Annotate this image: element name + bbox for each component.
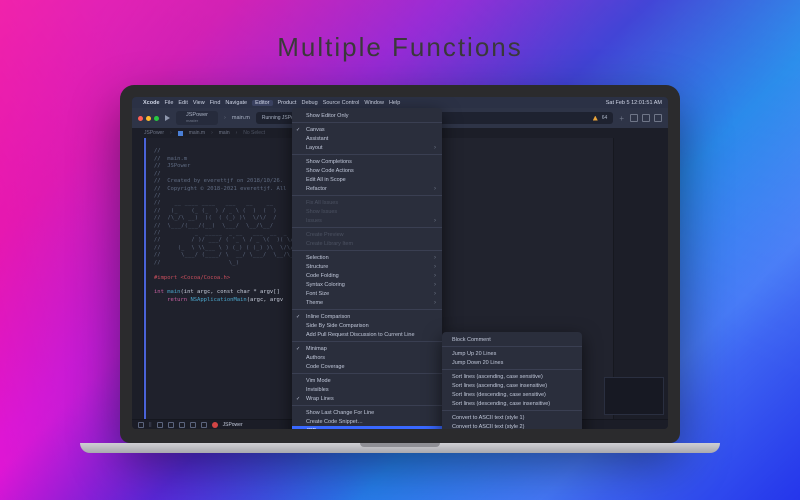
menu-item[interactable]: Syntax Coloring: [292, 280, 442, 289]
window-controls: [138, 116, 159, 121]
debug-step-out-icon[interactable]: [190, 422, 196, 428]
page-title: Multiple Functions: [0, 32, 800, 63]
run-icon[interactable]: [165, 115, 170, 121]
crumb-selection[interactable]: No Select: [243, 130, 265, 136]
submenu-item[interactable]: Convert to ASCII text (style 2): [442, 422, 582, 429]
crumb-project[interactable]: JSPower: [144, 130, 164, 136]
layout-toggles: [630, 114, 662, 122]
menu-item[interactable]: Theme: [292, 298, 442, 307]
submenu-item[interactable]: Jump Down 20 Lines: [442, 358, 582, 367]
toggle-bottom-panel-icon[interactable]: [642, 114, 650, 122]
menu-item[interactable]: Wrap Lines: [292, 394, 442, 403]
toggle-right-panel-icon[interactable]: [654, 114, 662, 122]
menu-item[interactable]: Show Code Actions: [292, 166, 442, 175]
menu-item[interactable]: Create Preview: [292, 230, 442, 239]
menu-item[interactable]: Create Code Snippet…: [292, 417, 442, 426]
menu-item[interactable]: Authors: [292, 353, 442, 362]
screen: Xcode File Edit View Find Navigate Edito…: [132, 97, 668, 429]
warning-icon: [593, 116, 598, 121]
scheme-target[interactable]: main.m: [232, 115, 250, 121]
minimize-icon[interactable]: [146, 116, 151, 121]
debug-view-icon[interactable]: [201, 422, 207, 428]
menu-item[interactable]: Show Editor Only: [292, 111, 442, 120]
menubar-clock: Sat Feb 5 12:01:51 AM: [606, 100, 662, 106]
submenu-item[interactable]: Jump Up 20 Lines: [442, 349, 582, 358]
menu-item[interactable]: Assistant: [292, 134, 442, 143]
submenu-item[interactable]: Sort lines (ascending, case sensitive): [442, 372, 582, 381]
gutter: [144, 138, 152, 419]
debug-step-in-icon[interactable]: [179, 422, 185, 428]
menubar-edit[interactable]: Edit: [178, 100, 187, 106]
menu-item[interactable]: Layout: [292, 143, 442, 152]
debug-hide-icon[interactable]: [138, 422, 144, 428]
submenu-item[interactable]: Sort lines (descending, case sensitive): [442, 390, 582, 399]
menubar-product[interactable]: Product: [278, 100, 297, 106]
menubar-window[interactable]: Window: [364, 100, 384, 106]
menubar-file[interactable]: File: [165, 100, 174, 106]
debug-continue-icon[interactable]: [157, 422, 163, 428]
menu-item[interactable]: Refactor: [292, 184, 442, 193]
menu-item[interactable]: Show Completions: [292, 157, 442, 166]
warning-count: 64: [602, 115, 608, 121]
menubar-find[interactable]: Find: [210, 100, 221, 106]
menu-item[interactable]: Issues: [292, 216, 442, 225]
submenu-item[interactable]: Sort lines (descending, case insensitive…: [442, 399, 582, 408]
submenu-item[interactable]: Sort lines (ascending, case insensitive): [442, 381, 582, 390]
menu-item[interactable]: Add Pull Request Discussion to Current L…: [292, 330, 442, 339]
menu-item[interactable]: Code Folding: [292, 271, 442, 280]
submenu-item[interactable]: Convert to ASCII text (style 1): [442, 413, 582, 422]
crumb-folder-icon[interactable]: [178, 131, 183, 136]
menubar-debug[interactable]: Debug: [301, 100, 317, 106]
preview-thumbnail[interactable]: [604, 377, 664, 415]
menu-item[interactable]: Show Last Change For Line: [292, 408, 442, 417]
menu-item[interactable]: Fix All Issues: [292, 198, 442, 207]
menu-item[interactable]: Structure: [292, 262, 442, 271]
menubar-app[interactable]: Xcode: [143, 100, 160, 106]
menubar-source[interactable]: Source Control: [323, 100, 360, 106]
laptop-base: [80, 443, 720, 453]
crumb-file[interactable]: main.m: [189, 130, 205, 136]
menu-item[interactable]: Show Issues: [292, 207, 442, 216]
debug-step-over-icon[interactable]: [168, 422, 174, 428]
debug-target[interactable]: JSPower: [223, 422, 243, 428]
crumb-symbol[interactable]: main: [219, 130, 230, 136]
menu-item[interactable]: Canvas: [292, 125, 442, 134]
laptop-lid: Xcode File Edit View Find Navigate Edito…: [120, 85, 680, 443]
navigator-panel[interactable]: [132, 138, 144, 419]
menu-item[interactable]: JSPower: [292, 426, 442, 429]
close-icon[interactable]: [138, 116, 143, 121]
menu-item[interactable]: Create Library Item: [292, 239, 442, 248]
toggle-left-panel-icon[interactable]: [630, 114, 638, 122]
menu-item[interactable]: Minimap: [292, 344, 442, 353]
plus-icon[interactable]: +: [619, 114, 624, 123]
scheme-selector[interactable]: JSPower master: [176, 111, 218, 125]
menu-item[interactable]: Vim Mode: [292, 376, 442, 385]
menu-item[interactable]: Font Size: [292, 289, 442, 298]
menu-item[interactable]: Inline Comparison: [292, 312, 442, 321]
debug-pause-icon[interactable]: ||: [149, 422, 152, 428]
mac-menubar: Xcode File Edit View Find Navigate Edito…: [132, 97, 668, 108]
menu-item[interactable]: Edit All in Scope: [292, 175, 442, 184]
menubar-view[interactable]: View: [193, 100, 205, 106]
breakpoint-icon[interactable]: [212, 422, 218, 428]
menu-item[interactable]: Side By Side Comparison: [292, 321, 442, 330]
editor-menu: Show Editor Only CanvasAssistantLayout Sho…: [292, 108, 442, 429]
laptop: Xcode File Edit View Find Navigate Edito…: [120, 85, 680, 453]
scheme-branch: master: [186, 119, 208, 123]
menu-item[interactable]: Invisibles: [292, 385, 442, 394]
menu-item[interactable]: Selection: [292, 253, 442, 262]
zoom-icon[interactable]: [154, 116, 159, 121]
submenu-item[interactable]: Block Comment: [442, 335, 582, 344]
menubar-help[interactable]: Help: [389, 100, 400, 106]
menubar-editor[interactable]: Editor: [252, 100, 272, 106]
jspower-submenu: Block Comment Jump Up 20 LinesJump Down 2…: [442, 332, 582, 429]
menu-item[interactable]: Code Coverage: [292, 362, 442, 371]
menubar-navigate[interactable]: Navigate: [225, 100, 247, 106]
